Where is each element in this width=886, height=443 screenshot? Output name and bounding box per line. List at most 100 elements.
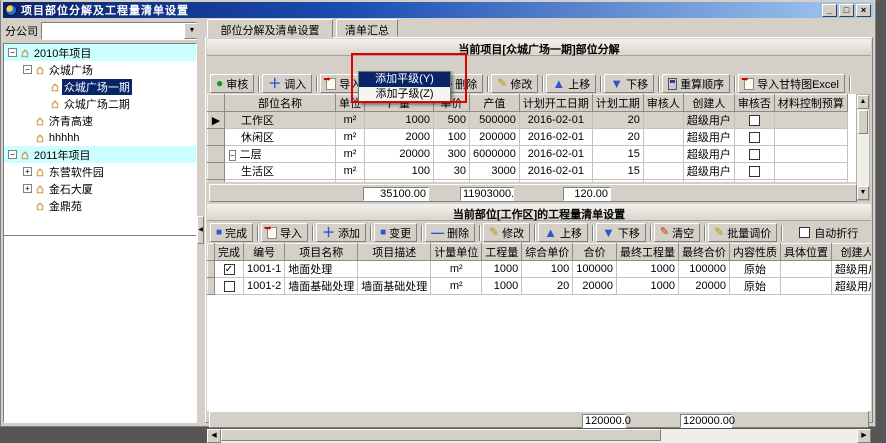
minimize-button[interactable]: _ [822,4,837,17]
column-header[interactable]: 创建人 [831,244,871,261]
table-row[interactable]: 1001-2墙面基础处理墙面基础处理m²10002020000100020000… [208,278,872,295]
upper-下移-button[interactable]: ▼下移 [604,74,654,93]
company-input[interactable] [42,23,184,39]
lower-添加-button[interactable]: ＋添加 [316,223,366,242]
lower-变更-button[interactable]: ■变更 [374,223,417,242]
vertical-scrollbar[interactable]: ▲ ▼ [856,94,870,201]
checkbox-icon[interactable] [749,115,760,126]
autowrap-checkbox[interactable]: 自动折行 [799,225,858,241]
tree-item[interactable]: ⌂金鼎苑 [4,197,196,214]
part-name-cell[interactable]: 接待区 [225,180,336,183]
tree-item-label[interactable]: 东营软件园 [47,164,106,180]
tab-summary[interactable]: 清单汇总 [336,19,398,37]
lower-上移-button[interactable]: ▲上移 [538,223,588,242]
tree-item[interactable]: +⌂金石大厦 [4,180,196,197]
upper-导入甘特图Excel-button[interactable]: 导入甘特图Excel [738,74,845,93]
column-header[interactable]: 产值 [470,95,520,112]
checkbox-icon[interactable] [749,132,760,143]
scroll-left-icon[interactable]: ◀ [207,429,221,443]
tree-item[interactable]: ⌂hhhhh [4,129,196,146]
tree-item-label[interactable]: 金石大厦 [47,181,95,197]
lower-完成-button[interactable]: ■完成 [210,223,253,242]
column-header[interactable]: 内容性质 [729,244,780,261]
tree-item[interactable]: ⌂众城广场二期 [4,95,196,112]
tree-item[interactable]: −⌂众城广场 [4,61,196,78]
splitter-collapse-button[interactable]: ◀ [197,216,204,244]
lower-删除-button[interactable]: —删除 [425,223,475,242]
checkbox-icon[interactable] [224,281,235,292]
scroll-thumb[interactable] [858,110,868,134]
tree-item-label[interactable]: 众城广场二期 [62,96,132,112]
collapse-icon[interactable]: − [8,48,17,57]
column-header[interactable]: 部位名称 [225,95,336,112]
table-row[interactable]: 接待区m²20001002000002016-02-0110超级用户 [208,180,848,183]
tree-item-label[interactable]: 众城广场一期 [62,79,132,95]
upper-上移-button[interactable]: ▲上移 [546,74,596,93]
tree-item-label[interactable]: hhhhh [47,132,82,144]
column-header[interactable]: 计划工期 [592,95,643,112]
column-header[interactable]: 最终合价 [678,244,729,261]
column-header[interactable]: 项目描述 [358,244,431,261]
company-combobox[interactable]: ▼ [41,22,201,40]
upper-重算顺序-button[interactable]: 重算顺序 [662,74,730,93]
horizontal-scrollbar[interactable]: ◀ ▶ [207,429,871,443]
tree-item[interactable]: −⌂2011年项目 [4,146,196,163]
checkbox-icon[interactable] [749,166,760,177]
scroll-right-icon[interactable]: ▶ [857,429,871,443]
column-header[interactable]: 审核人 [643,95,683,112]
menu-item-添加平级(Y)[interactable]: 添加平级(Y) [359,72,450,87]
table-row[interactable]: 休闲区m²20001002000002016-02-0120超级用户 [208,129,848,146]
column-header[interactable]: 综合单价 [522,244,573,261]
tree-item[interactable]: −⌂2010年项目 [4,44,196,61]
collapse-icon[interactable]: − [229,150,236,161]
lower-导入-button[interactable]: 导入 [261,223,308,242]
lower-清空-button[interactable]: ✎清空 [654,223,700,242]
tree-item[interactable]: ⌂众城广场一期 [4,78,196,95]
tree-item-label[interactable]: 众城广场 [47,62,95,78]
table-row[interactable]: ✓1001-1地面处理m²10001001000001000100000原始超级… [208,261,872,278]
column-header[interactable]: 创建人 [683,95,734,112]
tree-item-label[interactable]: 金鼎苑 [47,198,84,214]
menu-item-添加子级(Z)[interactable]: 添加子级(Z) [359,87,450,102]
lower-修改-button[interactable]: ✎修改 [483,223,530,242]
checkbox-icon[interactable] [749,149,760,160]
part-name-cell[interactable]: 休闲区 [225,129,336,146]
table-row[interactable]: 生活区m²1003030002016-02-0115超级用户 [208,163,848,180]
part-name-cell[interactable]: 工作区 [225,112,336,129]
checkbox-icon[interactable] [799,227,810,238]
column-header[interactable]: 审核否 [734,95,774,112]
column-header[interactable]: 计量单位 [431,244,482,261]
tree-item-label[interactable]: 2011年项目 [32,147,93,163]
collapse-icon[interactable]: − [8,150,17,159]
tree-item-label[interactable]: 济青高速 [47,113,95,129]
collapse-icon[interactable]: − [23,65,32,74]
close-button[interactable]: × [856,4,871,17]
expand-icon[interactable]: + [23,167,32,176]
part-name-cell[interactable]: −二层 [225,146,336,163]
maximize-button[interactable]: □ [839,4,854,17]
column-header[interactable]: 材料控制预算 [774,95,847,112]
column-header[interactable]: 编号 [244,244,285,261]
column-header[interactable]: 合价 [573,244,617,261]
table-row[interactable]: ▶工作区m²10005005000002016-02-0120超级用户 [208,112,848,129]
scroll-down-icon[interactable]: ▼ [857,186,869,200]
column-header[interactable]: 项目名称 [285,244,358,261]
column-header[interactable]: 最终工程量 [616,244,678,261]
tree-item[interactable]: ⌂济青高速 [4,112,196,129]
expand-icon[interactable]: + [23,184,32,193]
column-header[interactable]: 完成 [215,244,244,261]
tree-item-label[interactable]: 2010年项目 [32,45,93,61]
part-name-cell[interactable]: 生活区 [225,163,336,180]
upper-调入-button[interactable]: ＋调入 [262,74,312,93]
checkbox-icon[interactable]: ✓ [224,264,235,275]
lower-批量调价-button[interactable]: ✎批量调价 [708,223,777,242]
scroll-up-icon[interactable]: ▲ [857,95,869,109]
tab-decomposition[interactable]: 部位分解及清单设置 [207,19,333,38]
upper-审核-button[interactable]: ●审核 [210,74,254,93]
panel-splitter[interactable]: ◀ [197,20,205,423]
column-header[interactable]: 具体位置 [780,244,831,261]
tree-item[interactable]: +⌂东营软件园 [4,163,196,180]
upper-修改-button[interactable]: ✎修改 [491,74,538,93]
column-header[interactable]: 计划开工日期 [519,95,592,112]
column-header[interactable]: 工程量 [482,244,522,261]
